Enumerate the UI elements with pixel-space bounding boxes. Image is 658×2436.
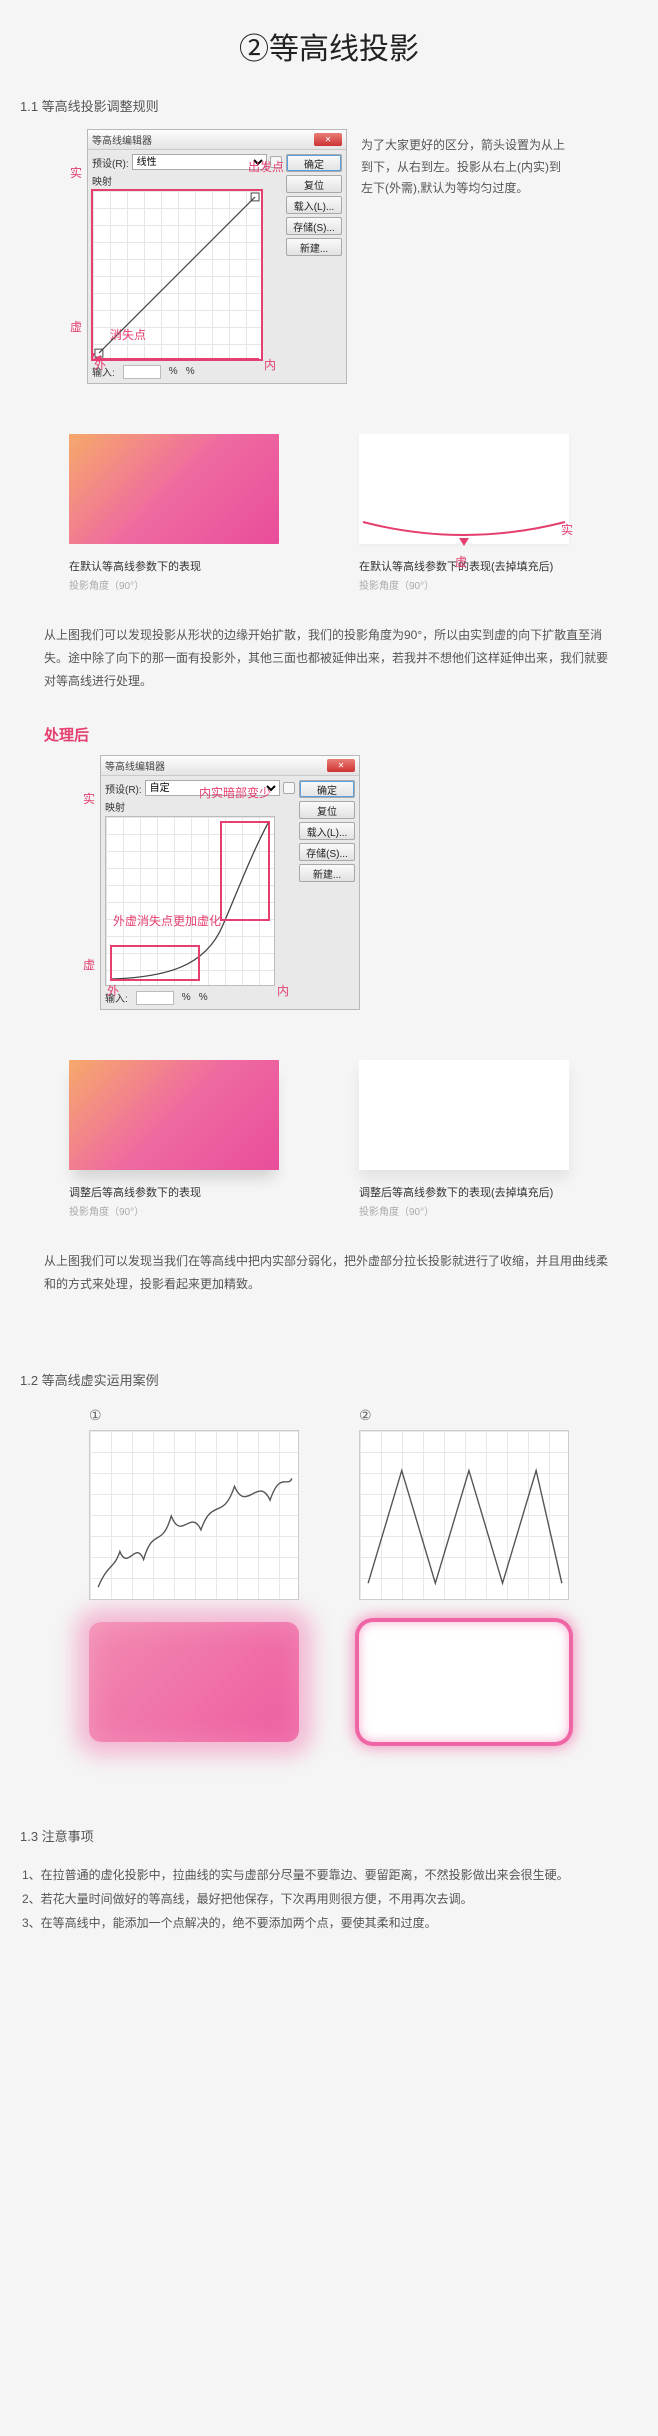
save-button[interactable]: 存储(S)... — [286, 217, 342, 235]
input-field[interactable] — [136, 991, 174, 1005]
gradient-sample — [69, 434, 279, 544]
ok-button[interactable]: 确定 — [286, 154, 342, 172]
example-1-label: ① — [89, 1407, 299, 1424]
side-explanation-1: 为了大家更好的区分，箭头设置为从上到下，从右到左。投影从右上(内实)到左下(外需… — [361, 129, 571, 384]
mapping-graph-custom[interactable] — [105, 816, 275, 986]
label-start: 出发点 — [248, 158, 284, 175]
load-button[interactable]: 载入(L)... — [299, 822, 355, 840]
after-processing-heading: 处理后 — [0, 718, 658, 755]
editor-panel-default: 等高线编辑器 ✕ 预设(R): 线性 映射 — [87, 129, 347, 384]
note-2: 2、若花大量时间做好的等高线，最好把他保存，下次再用则很方便，不用再次去调。 — [22, 1887, 636, 1911]
section-1-3-heading: 1.3 注意事项 — [0, 1818, 658, 1859]
label-inner: 内 — [277, 982, 289, 999]
example-1-graph — [89, 1430, 299, 1600]
new-button[interactable]: 新建... — [286, 238, 342, 256]
editor-titlebar: 等高线编辑器 ✕ — [88, 130, 346, 150]
editor-title: 等高线编辑器 — [92, 132, 152, 147]
subcaption: 投影角度（90°） — [359, 1203, 589, 1218]
note-3: 3、在等高线中，能添加一个点解决的，绝不要添加两个点，要使其柔和过度。 — [22, 1911, 636, 1935]
close-icon[interactable]: ✕ — [327, 759, 355, 772]
page-title: ②等高线投影 — [0, 0, 658, 88]
label-shi: 实 — [83, 790, 95, 807]
example-1: ① — [89, 1407, 299, 1742]
caption: 在默认等高线参数下的表现(去掉填充后) — [359, 558, 589, 574]
caption: 在默认等高线参数下的表现 — [69, 558, 299, 574]
paragraph-2: 从上图我们可以发现当我们在等高线中把内实部分弱化，把外虚部分拉长投影就进行了收缩… — [0, 1228, 658, 1322]
shadow-sample: 实 虚 — [359, 434, 569, 544]
label-inner: 内 — [264, 356, 276, 373]
label-xu: 虚 — [83, 956, 95, 973]
close-icon[interactable]: ✕ — [314, 133, 342, 146]
label-outer: 外 — [107, 982, 119, 999]
editor-title: 等高线编辑器 — [105, 758, 165, 773]
subcaption: 投影角度（90°） — [69, 577, 299, 592]
gear-icon[interactable] — [283, 782, 295, 794]
editor-button-column: 确定 复位 载入(L)... 存储(S)... 新建... — [299, 780, 355, 1005]
mapping-label: 映射 — [92, 173, 282, 188]
example-1-result — [89, 1622, 299, 1742]
ok-button[interactable]: 确定 — [299, 780, 355, 798]
example-2-graph — [359, 1430, 569, 1600]
preview-default-nofill: 实 虚 在默认等高线参数下的表现(去掉填充后) 投影角度（90°） — [359, 434, 589, 592]
paragraph-1: 从上图我们可以发现投影从形状的边缘开始扩散，我们的投影角度为90°，所以由实到虚… — [0, 602, 658, 718]
subcaption: 投影角度（90°） — [359, 577, 589, 592]
output-percent: % — [199, 992, 208, 1003]
label-outer: 外 — [94, 356, 106, 373]
editor-panel-custom: 等高线编辑器 ✕ 预设(R): 自定 映射 — [100, 755, 360, 1010]
preview-default-filled: 在默认等高线参数下的表现 投影角度（90°） — [69, 434, 299, 592]
note-1: 1、在拉普通的虚化投影中，拉曲线的实与虚部分尽量不要靠边、要留距离，不然投影做出… — [22, 1863, 636, 1887]
example-2-label: ② — [359, 1407, 569, 1424]
preview-adjusted-nofill: 调整后等高线参数下的表现(去掉填充后) 投影角度（90°） — [359, 1060, 589, 1218]
editor-button-column: 确定 复位 载入(L)... 存储(S)... 新建... — [286, 154, 342, 379]
caption: 调整后等高线参数下的表现 — [69, 1184, 299, 1200]
section-1-2-heading: 1.2 等高线虚实运用案例 — [0, 1362, 658, 1403]
label-inner-dark: 内实暗部变少 — [199, 784, 271, 801]
input-percent: % — [169, 366, 178, 377]
subcaption: 投影角度（90°） — [69, 1203, 299, 1218]
notes-list: 1、在拉普通的虚化投影中，拉曲线的实与虚部分尽量不要靠边、要留距离，不然投影做出… — [0, 1859, 658, 1975]
label-vanish: 消失点 — [110, 326, 146, 343]
preset-select[interactable]: 线性 — [132, 154, 267, 170]
label-xu: 虚 — [70, 318, 82, 335]
reset-button[interactable]: 复位 — [299, 801, 355, 819]
preview-adjusted-filled: 调整后等高线参数下的表现 投影角度（90°） — [69, 1060, 299, 1218]
shadow-sample — [359, 1060, 569, 1170]
example-2-result — [359, 1622, 569, 1742]
preset-label: 预设(R): — [92, 155, 129, 170]
save-button[interactable]: 存储(S)... — [299, 843, 355, 861]
reset-button[interactable]: 复位 — [286, 175, 342, 193]
editor-titlebar: 等高线编辑器 ✕ — [101, 756, 359, 776]
arc-shi: 实 — [561, 521, 573, 538]
input-field[interactable] — [123, 365, 161, 379]
label-outer-soft: 外虚消失点更加虚化 — [113, 912, 221, 929]
example-2: ② — [359, 1407, 569, 1742]
preset-label: 预设(R): — [105, 781, 142, 796]
output-percent: % — [186, 366, 195, 377]
gradient-sample — [69, 1060, 279, 1170]
arc-xu: 虚 — [455, 553, 467, 570]
new-button[interactable]: 新建... — [299, 864, 355, 882]
input-percent: % — [182, 992, 191, 1003]
load-button[interactable]: 载入(L)... — [286, 196, 342, 214]
mapping-label: 映射 — [105, 799, 295, 814]
label-shi: 实 — [70, 164, 82, 181]
section-1-1-heading: 1.1 等高线投影调整规则 — [0, 88, 658, 129]
caption: 调整后等高线参数下的表现(去掉填充后) — [359, 1184, 589, 1200]
